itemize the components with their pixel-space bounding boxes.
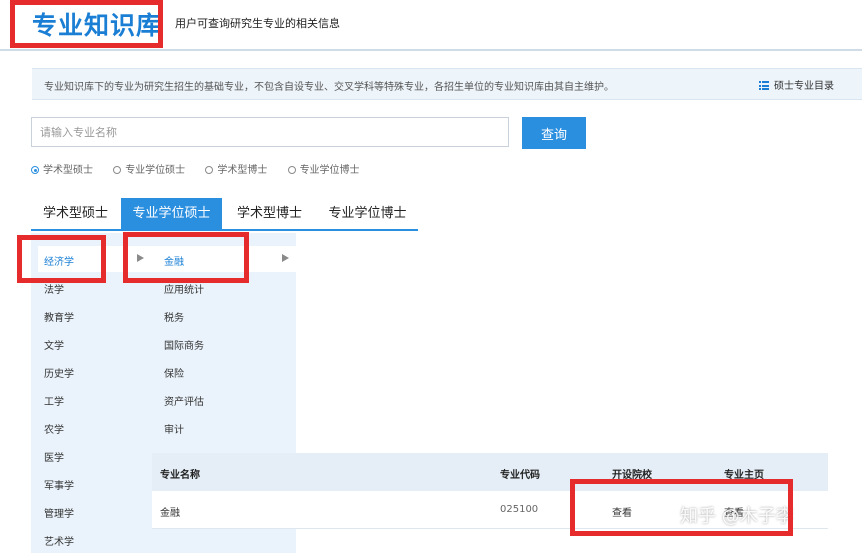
subcategory-item[interactable]: 税务 <box>164 309 184 324</box>
radio-academic-master[interactable]: 学术型硕士 <box>31 161 93 176</box>
radio-dot-icon <box>113 166 122 174</box>
category-item[interactable]: 军事学 <box>44 477 74 492</box>
header-divider <box>0 49 862 51</box>
category-item[interactable]: 历史学 <box>44 365 74 380</box>
table-cell-name: 金融 <box>160 508 180 519</box>
radio-professional-master[interactable]: 专业学位硕士 <box>113 161 185 176</box>
category-item[interactable]: 教育学 <box>44 309 74 324</box>
subcategory-list-bottom <box>152 528 296 553</box>
radio-dot-icon <box>287 166 296 174</box>
tab-professional-master[interactable]: 专业学位硕士 <box>121 198 222 229</box>
search-button[interactable]: 查询 <box>522 117 586 149</box>
degree-type-radios: 学术型硕士 专业学位硕士 学术型博士 专业学位博士 <box>31 161 377 176</box>
tabs-underline <box>31 229 418 231</box>
radio-dot-icon <box>31 166 39 174</box>
highlight-box-title <box>10 0 163 48</box>
subcategory-item[interactable]: 保险 <box>164 365 184 380</box>
radio-academic-doctor[interactable]: 学术型博士 <box>205 161 267 176</box>
table-cell-code: 025100 <box>500 504 539 515</box>
tab-professional-doctor[interactable]: 专业学位博士 <box>317 198 418 229</box>
category-item[interactable]: 管理学 <box>44 505 74 520</box>
notice-text: 专业知识库下的专业为研究生招生的基础专业，不包含自设专业、交叉学科等特殊专业，各… <box>44 82 614 93</box>
category-item[interactable]: 艺术学 <box>44 533 74 548</box>
category-item[interactable]: 法学 <box>44 281 64 296</box>
radio-dot-icon <box>205 166 214 174</box>
notice-bar: 专业知识库下的专业为研究生招生的基础专业，不包含自设专业、交叉学科等特殊专业，各… <box>32 68 862 100</box>
highlight-box-category <box>17 235 106 283</box>
category-item[interactable]: 文学 <box>44 337 64 352</box>
subcategory-item[interactable]: 应用统计 <box>164 281 204 296</box>
catalog-link-label[interactable]: 硕士专业目录 <box>774 81 834 92</box>
tab-academic-master[interactable]: 学术型硕士 <box>31 198 120 229</box>
category-item[interactable]: 农学 <box>44 421 64 436</box>
radio-professional-doctor[interactable]: 专业学位博士 <box>287 161 360 176</box>
chevron-right-icon <box>282 254 289 262</box>
subcategory-item[interactable]: 资产评估 <box>164 393 204 408</box>
category-item[interactable]: 医学 <box>44 449 64 464</box>
subcategory-item[interactable]: 审计 <box>164 421 184 436</box>
catalog-link[interactable]: 硕士专业目录 <box>759 77 834 92</box>
column-header-name: 专业名称 <box>160 470 200 481</box>
highlight-box-view-links <box>570 479 793 536</box>
column-header-code: 专业代码 <box>500 470 540 481</box>
search-input[interactable] <box>31 117 509 147</box>
list-icon <box>759 81 769 90</box>
tab-academic-doctor[interactable]: 学术型博士 <box>223 198 316 229</box>
page-subtitle: 用户可查询研究生专业的相关信息 <box>175 17 340 30</box>
highlight-box-subcategory <box>123 232 249 283</box>
category-item[interactable]: 工学 <box>44 393 64 408</box>
subcategory-item[interactable]: 国际商务 <box>164 337 204 352</box>
